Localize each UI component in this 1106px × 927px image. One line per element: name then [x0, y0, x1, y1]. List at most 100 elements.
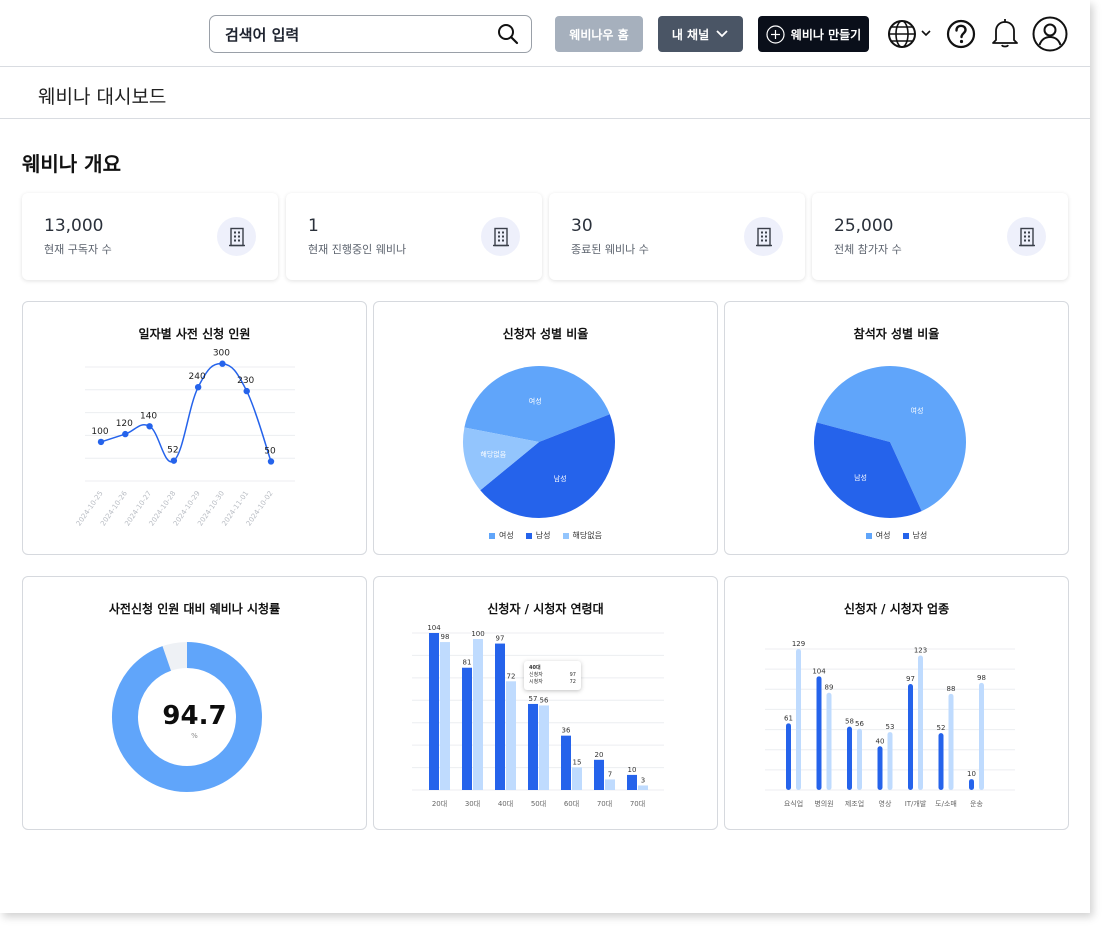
bar-value-label: 20 — [595, 751, 604, 759]
webinar-home-button[interactable]: 웨비나우 홈 — [555, 16, 643, 52]
age-group-bar-chart: 1049820대8110030대977240대57 5650대361560대207… — [412, 624, 664, 808]
bar-viewers — [638, 785, 648, 790]
bell-icon[interactable] — [990, 17, 1020, 49]
tooltip-value: 97 — [569, 672, 576, 678]
search-placeholder: 검색어 입력 — [225, 25, 300, 44]
bar-viewers — [506, 681, 516, 790]
bar-applicants — [528, 703, 538, 790]
my-channel-label: 내 채널 — [671, 27, 710, 42]
attendee-gender-chart-card: 참석자 성별 비율 여성 남성 여성 남성 — [724, 301, 1069, 555]
age-group-chart-card: 신청자 / 시청자 연령대 104 98 20대 81 100 30대 97 72 40대 57 5… — [373, 576, 718, 830]
x-tick-label: 20대 — [432, 800, 447, 808]
bar-value-label: 129 — [792, 640, 805, 648]
globe-icon[interactable] — [886, 18, 934, 50]
x-tick-label: 제조업 — [845, 800, 864, 808]
bar-applicants — [877, 746, 883, 790]
plus-circle-icon — [766, 24, 785, 44]
bar-applicants — [938, 733, 944, 790]
my-channel-button[interactable]: 내 채널 — [658, 16, 743, 52]
bar-value-label: 10 — [628, 766, 637, 774]
bar-value-label: 40 — [876, 737, 885, 745]
data-label: 300 — [213, 349, 230, 359]
bar-value-label: 104 — [427, 624, 441, 632]
legend-item-male: 남성 — [902, 530, 928, 541]
data-label: 120 — [116, 419, 133, 429]
search-icon[interactable] — [497, 23, 519, 45]
bar-viewers — [796, 649, 801, 790]
search-input[interactable]: 검색어 입력 — [209, 15, 532, 53]
x-tick-label: 60대 — [564, 800, 579, 808]
bar-value-label: 58 — [845, 718, 854, 726]
daily-registration-chart-card: 일자별 사전 신청 인원 100 2024-10-25 120 2024-10-26 1… — [22, 301, 367, 555]
section-title: 웨비나 개요 — [22, 152, 121, 176]
view-rate-unit: % — [191, 732, 198, 740]
bar-applicants — [969, 779, 974, 790]
dashboard-title-bar: 웨비나 대시보드 — [0, 67, 1090, 119]
slice-label: 여성 — [911, 406, 924, 415]
slice-label: 남성 — [854, 473, 867, 482]
chevron-down-icon — [716, 30, 728, 38]
bar-value-label: 10 — [967, 770, 976, 778]
bar-value-label: 3 — [641, 776, 645, 784]
stat-value: 30 — [571, 216, 593, 236]
tooltip-value: 72 — [569, 679, 576, 685]
bar-applicants — [561, 735, 571, 790]
bar-value-label: 56 — [855, 720, 864, 728]
x-tick-label: 50대 — [531, 800, 546, 808]
bar-applicants — [908, 683, 913, 790]
bar-value-label: 97 — [496, 635, 505, 643]
user-avatar-icon[interactable] — [1032, 16, 1068, 52]
stat-label: 현재 구독자 수 — [44, 243, 112, 256]
chart-tooltip: 40대 신청자 97 시청자 72 — [524, 661, 581, 690]
bar-viewers — [572, 767, 582, 790]
view-rate-value: 94.7 — [162, 701, 227, 731]
data-point — [243, 387, 250, 395]
bar-applicants — [594, 759, 604, 790]
applicant-gender-pie: 여성남성 해당없음 — [463, 366, 615, 518]
x-tick-label: 운송 — [970, 800, 983, 808]
industry-chart-card: 신청자 / 시청자 업종 61 129 요식업 104 89 병의원 58 56 제조업 40 53… — [724, 576, 1069, 830]
chart-legend: 여성 남성 — [725, 530, 1068, 541]
x-tick-label: IT/개발 — [905, 799, 927, 808]
bar-value-label: 123 — [914, 647, 927, 655]
bar-value-label: 61 — [784, 714, 793, 722]
legend-label: 여성 — [499, 531, 514, 540]
bar-applicants — [816, 676, 822, 790]
bar-applicants — [495, 643, 505, 790]
chart-legend: 여성 남성 해당없음 — [374, 530, 717, 541]
slice-label: 남성 — [554, 474, 567, 483]
data-point — [194, 383, 202, 391]
slice-label: 여성 — [529, 396, 542, 405]
slice-label: 해당없음 — [480, 450, 506, 459]
data-point — [146, 423, 153, 430]
bar-value-label: 57 — [529, 695, 538, 703]
bar-value-label: 52 — [937, 724, 946, 732]
bar-value-label: 53 — [886, 723, 895, 731]
tooltip-label: 시청자 — [529, 679, 543, 685]
create-webinar-label: 웨비나 만들기 — [790, 27, 862, 42]
help-icon[interactable] — [946, 19, 976, 49]
bar-value-label: 97 — [906, 675, 915, 683]
bar-value-label: 56 — [540, 696, 549, 704]
bar-value-label: 100 — [471, 630, 484, 638]
x-tick-label: 40대 — [498, 800, 513, 808]
create-webinar-button[interactable]: 웨비나 만들기 — [758, 16, 869, 52]
bar-viewers — [887, 732, 893, 790]
bar-viewers — [473, 639, 483, 790]
stat-label: 전체 참가자 수 — [834, 243, 902, 256]
bar-viewers — [440, 642, 450, 790]
page-title: 웨비나 대시보드 — [38, 86, 167, 108]
attendee-gender-pie: 여성남성 — [814, 366, 966, 518]
bar-value-label: 89 — [825, 684, 834, 692]
webinar-home-label: 웨비나우 홈 — [569, 27, 629, 42]
x-tick-label: 영상 — [879, 799, 892, 808]
bar-applicants — [847, 726, 852, 790]
bar-value-label: 88 — [947, 685, 956, 693]
bar-value-label: 72 — [507, 672, 516, 680]
legend-item-female: 여성 — [865, 530, 891, 541]
bar-value-label: 104 — [812, 667, 826, 675]
legend-label: 남성 — [912, 531, 928, 540]
data-point — [267, 458, 275, 465]
dashboard-page: 검색어 입력 웨비나우 홈 내 채널 웨비나 만들기 웨비나 대시보드 웨비나 … — [0, 0, 1090, 913]
data-label: 140 — [140, 411, 157, 421]
